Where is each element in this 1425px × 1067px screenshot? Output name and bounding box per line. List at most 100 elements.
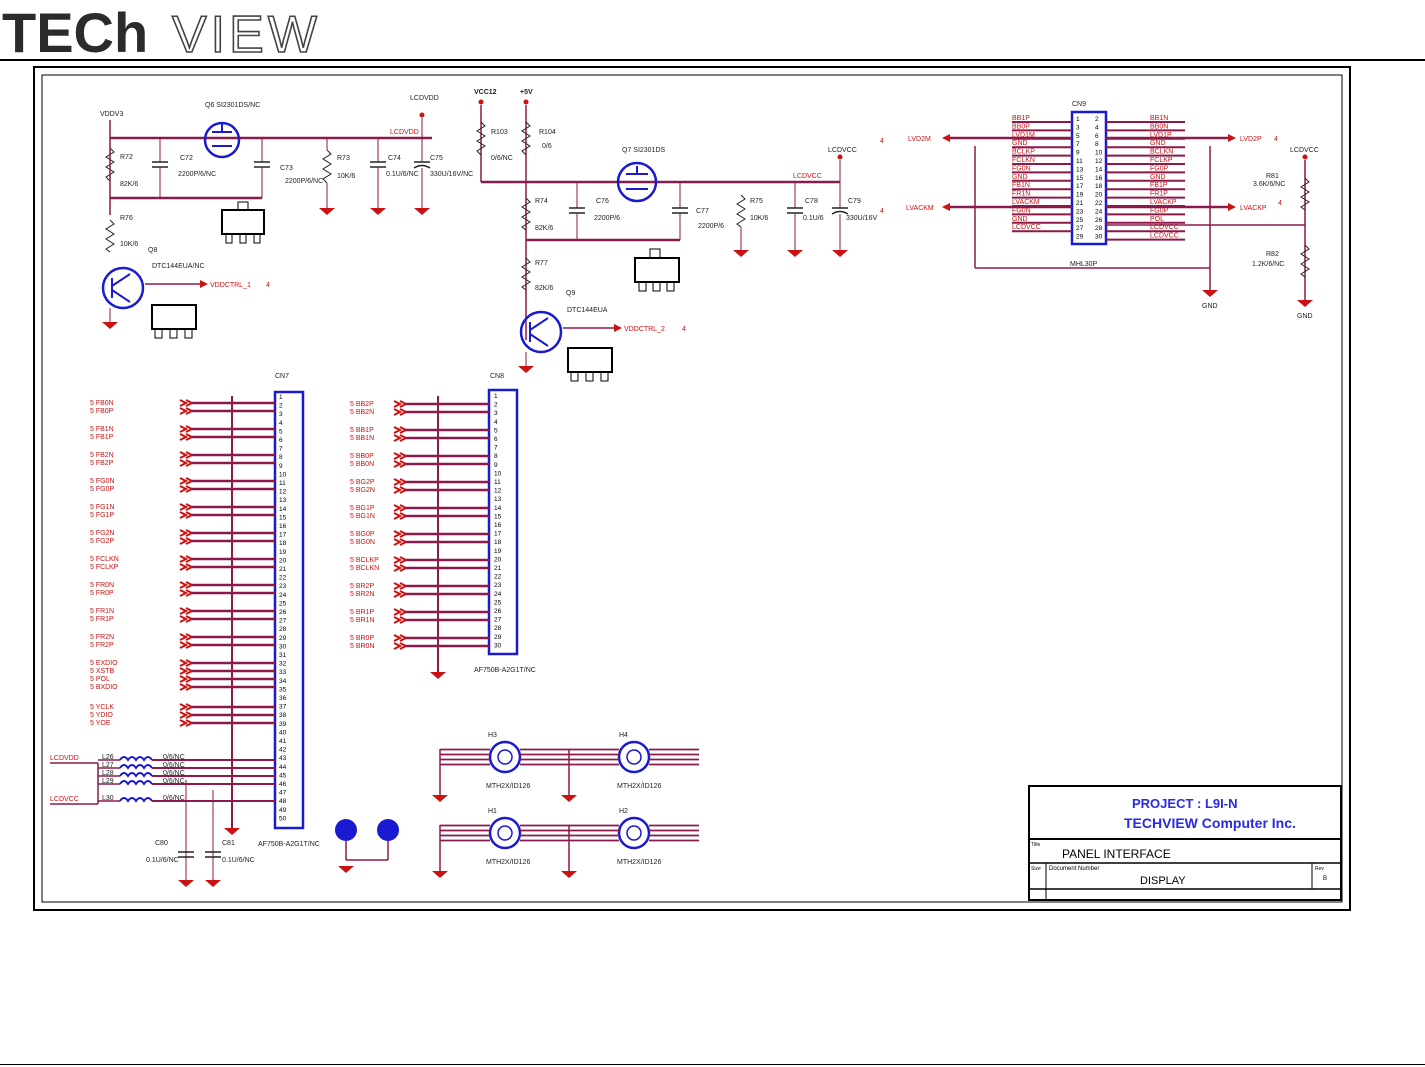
cn7-pin-number: 19 [279,549,287,556]
cn7-signal-label: 5 POL [90,676,110,683]
cn8-pin-number: 7 [494,445,498,452]
c81-ref: C81 [222,840,235,847]
cn7-pin-number: 15 [279,514,287,521]
vddctrl1-sheet-ref: 4 [266,282,270,289]
cn7-signal-label: 5 FR1P [90,616,114,623]
cn9-pin-odd: 27 [1076,225,1084,232]
cn8-port-arrow [393,590,409,598]
cn7-port-arrow [179,607,195,615]
cn7-signal-label: 5 FB1N [90,426,114,433]
r73-ref: R73 [337,155,350,162]
cn8-signal-label: 5 BB2P [350,401,374,408]
cn7-port-arrow [179,399,195,407]
cn7-pin-number: 22 [279,575,287,582]
cn8-port-arrow [393,486,409,494]
cn7-pin-number: 50 [279,815,287,822]
cn7-pin-number: 6 [279,437,283,444]
cn9-pin-even: 10 [1095,150,1103,157]
q8-ref: Q8 [148,247,157,254]
cn8-port-arrow [393,478,409,486]
cn7-pin-number: 10 [279,471,287,478]
lcdvcc-power-label: LCDVCC [828,147,857,154]
cn8-signal-label: 5 BR0N [350,643,375,650]
cn7-pin-number: 20 [279,557,287,564]
lcdvcc-net-label: LCDVCC [793,173,822,180]
lvackm-port: LVACKM [906,205,934,212]
cn9-pin-even: 12 [1095,158,1103,165]
cn7-signal-label: 5 FB1P [90,434,114,441]
lcdvcc-sheet-ref-1: 4 [880,138,884,145]
cn7-pin-number: 24 [279,592,287,599]
vddv3-power-block: VDDV3 R72 82K/6 R76 10K/6 C72 2200P/6/NC… [100,95,473,339]
cn7-pin-number: 2 [279,403,283,410]
h3-ref: H3 [488,732,497,739]
cn8-pin-number: 12 [494,488,502,495]
cn7-port-arrow [179,529,195,537]
r72-ref: R72 [120,154,133,161]
c79-value: 330U/16V [846,215,877,222]
sheet-title: PANEL INTERFACE [1062,847,1171,861]
cn8-port-arrow [393,452,409,460]
cn8-port-arrow [393,530,409,538]
r81-ref: R81 [1266,173,1279,180]
cn8-signal-label: 5 BB1P [350,427,374,434]
cn8-pin-number: 16 [494,522,502,529]
cn8-pin-number: 22 [494,574,502,581]
vddctrl2-label: VDDCTRL_2 [624,326,665,333]
ground-pad-2 [377,819,399,841]
cn8-pin-number: 20 [494,556,502,563]
cn9-pin-even: 2 [1095,116,1099,123]
cn7-pin-number: 30 [279,643,287,650]
c74-ref: C74 [388,155,401,162]
cn8-pin-number: 24 [494,591,502,598]
cn9-left-signal: LVACKM [1012,199,1040,206]
cn9-gnd-label: GND [1202,303,1218,310]
cn7-port-arrow [179,719,195,727]
cn9-pin-odd: 23 [1076,208,1084,215]
ground-pads [335,819,399,873]
cn7-port-arrow [179,683,195,691]
cn8-signal-label: 5 BB0N [350,461,374,468]
cn9-pin-odd: 7 [1076,141,1080,148]
c79-ref: C79 [848,198,861,205]
cn8-pin-number: 4 [494,419,498,426]
lvd2p-sheet-ref: 4 [1274,136,1278,143]
mounting-hole-symbol [617,816,651,850]
cn8-signal-label: 5 BB0P [350,453,374,460]
cn7-port-arrow [179,459,195,467]
cn9-left-signal: GND [1012,216,1028,223]
cn7-signal-label: 5 FG0P [90,486,114,493]
cn8-signal-label: 5 BR1N [350,617,375,624]
c78-value: 0.1U/6 [803,215,824,222]
cn7-port-arrow [179,589,195,597]
cn9-left-signal: GND [1012,140,1028,147]
cn7-pin-number: 47 [279,790,287,797]
cn9-left-signal: FCLKN [1012,157,1035,164]
cn9-right-signal: LVACKP [1150,199,1177,206]
cn8-signal-label: 5 BG2P [350,479,375,486]
rev-value: B [1323,876,1327,882]
cn8-connector-block: CN8 AF750B-A2G1T/NC 5 BB2P5 BB2N5 BB1P5 … [350,373,536,679]
r82-value: 1.2K/6/NC [1252,261,1284,268]
p5v-label: +5V [520,89,533,96]
cn9-ref: CN9 [1072,101,1086,108]
q7-footprint [634,257,680,283]
cn8-pin-number: 1 [494,393,498,400]
company-name: TECHVIEW Computer Inc. [1124,815,1296,831]
mounting-hole-symbol [488,816,522,850]
cn8-signal-label: 5 BG1P [350,505,375,512]
cn8-pin-number: 26 [494,608,502,615]
cn8-signal-label: 5 BCLKP [350,557,379,564]
h2-part: MTH2X/ID126 [617,859,661,866]
cn7-port-arrow [179,407,195,415]
cn8-pin-number: 17 [494,531,502,538]
cn7-port-arrow [179,667,195,675]
cn7-port-arrow [179,641,195,649]
cn9-right-signal: GND [1150,140,1166,147]
h2-ref: H2 [619,808,628,815]
c77-ref: C77 [696,208,709,215]
cn7-port-arrow [179,485,195,493]
cn7-port-arrow [179,563,195,571]
cn7-pin-number: 45 [279,772,287,779]
cn7-pin-number: 23 [279,583,287,590]
